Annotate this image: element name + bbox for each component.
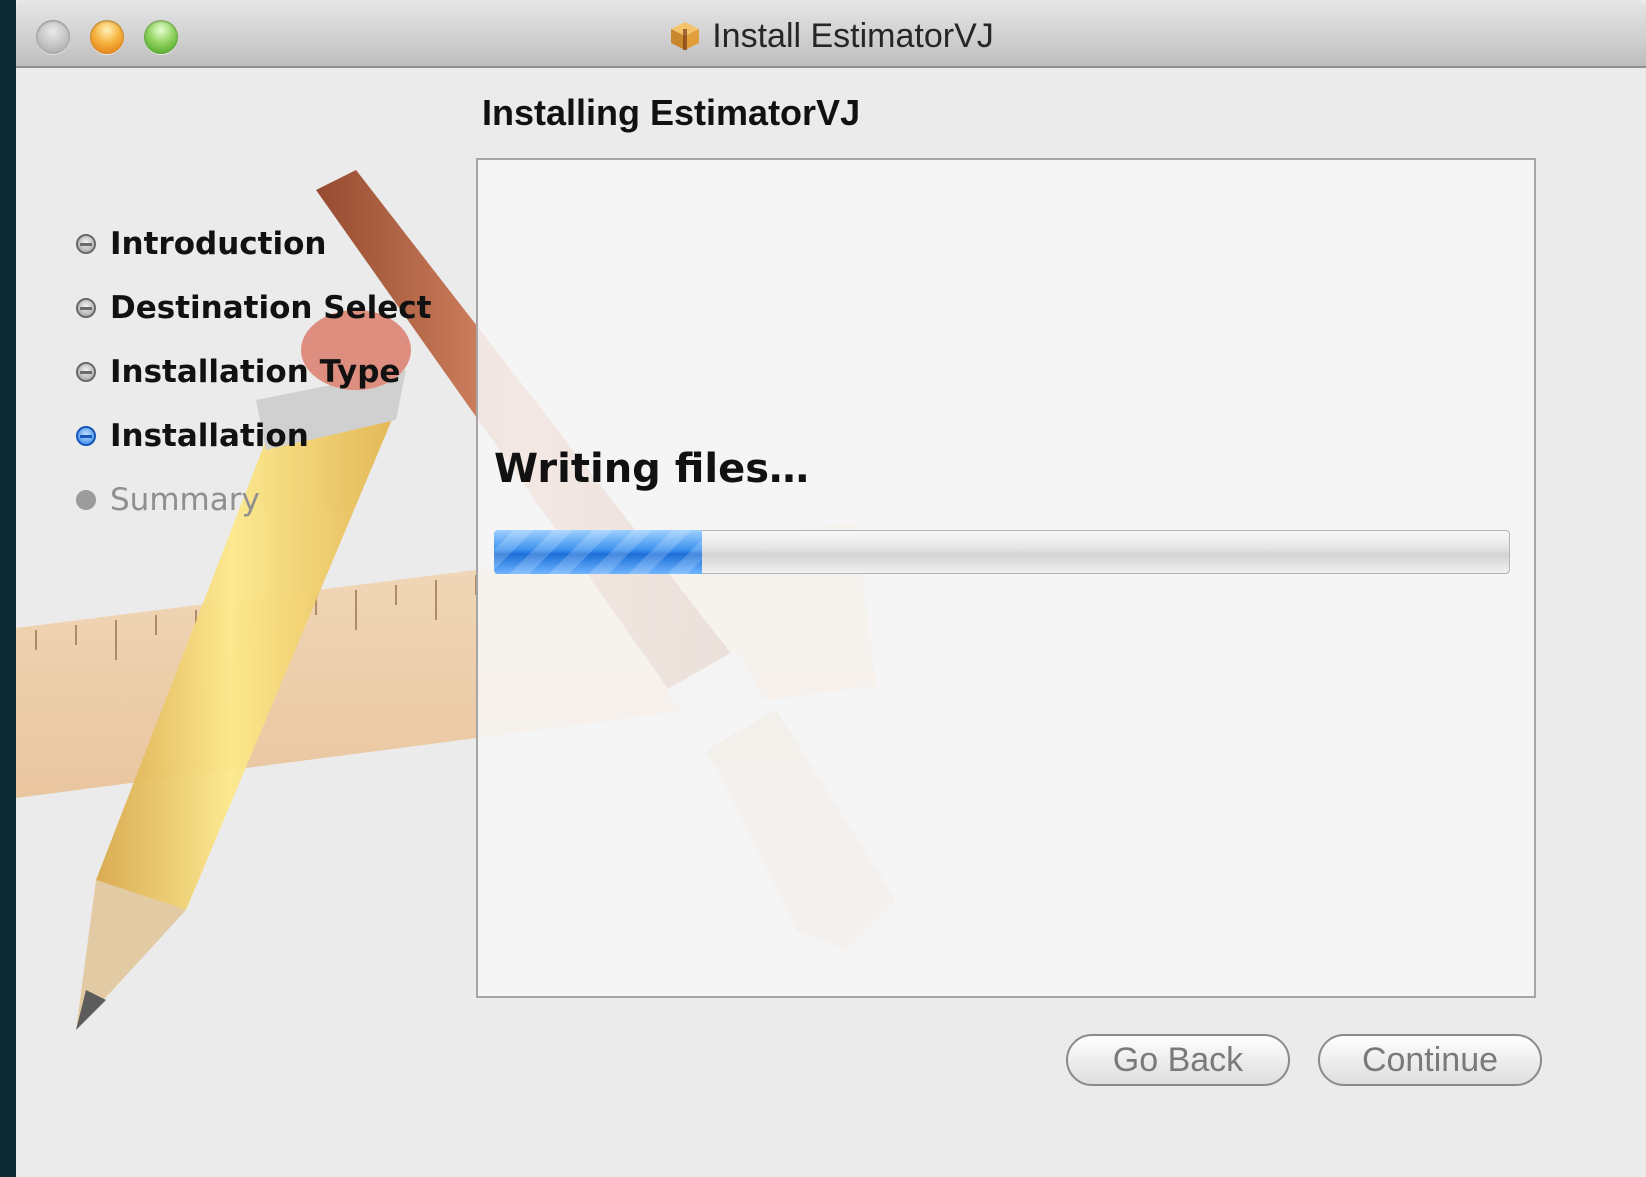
title-bar: Install EstimatorVJ xyxy=(16,0,1646,68)
progress-bar xyxy=(494,530,1510,574)
step-label: Introduction xyxy=(110,226,327,262)
step-done-icon xyxy=(76,298,96,318)
go-back-button[interactable]: Go Back xyxy=(1066,1034,1290,1086)
content-panel xyxy=(476,158,1536,998)
window-title: Install EstimatorVJ xyxy=(712,16,994,55)
progress-fill xyxy=(494,530,703,574)
installer-window: Install EstimatorVJ Installing Estimator… xyxy=(16,0,1646,1177)
step-installation-type: Installation Type xyxy=(76,340,431,404)
step-pending-icon xyxy=(76,490,96,510)
step-active-icon xyxy=(76,426,96,446)
step-done-icon xyxy=(76,234,96,254)
page-title: Installing EstimatorVJ xyxy=(482,92,861,133)
step-done-icon xyxy=(76,362,96,382)
step-label: Destination Select xyxy=(110,290,432,326)
step-label: Installation Type xyxy=(110,354,401,390)
step-label: Installation xyxy=(110,418,309,454)
package-icon xyxy=(671,22,700,50)
step-destination-select: Destination Select xyxy=(76,276,431,340)
continue-button[interactable]: Continue xyxy=(1318,1034,1542,1086)
installer-steps: Introduction Destination Select Installa… xyxy=(76,212,431,532)
step-introduction: Introduction xyxy=(76,212,431,276)
step-summary: Summary xyxy=(76,468,431,532)
window-title-group: Install EstimatorVJ xyxy=(16,14,1646,58)
step-installation: Installation xyxy=(76,404,431,468)
status-text: Writing files… xyxy=(494,446,810,492)
step-label: Summary xyxy=(110,482,260,518)
